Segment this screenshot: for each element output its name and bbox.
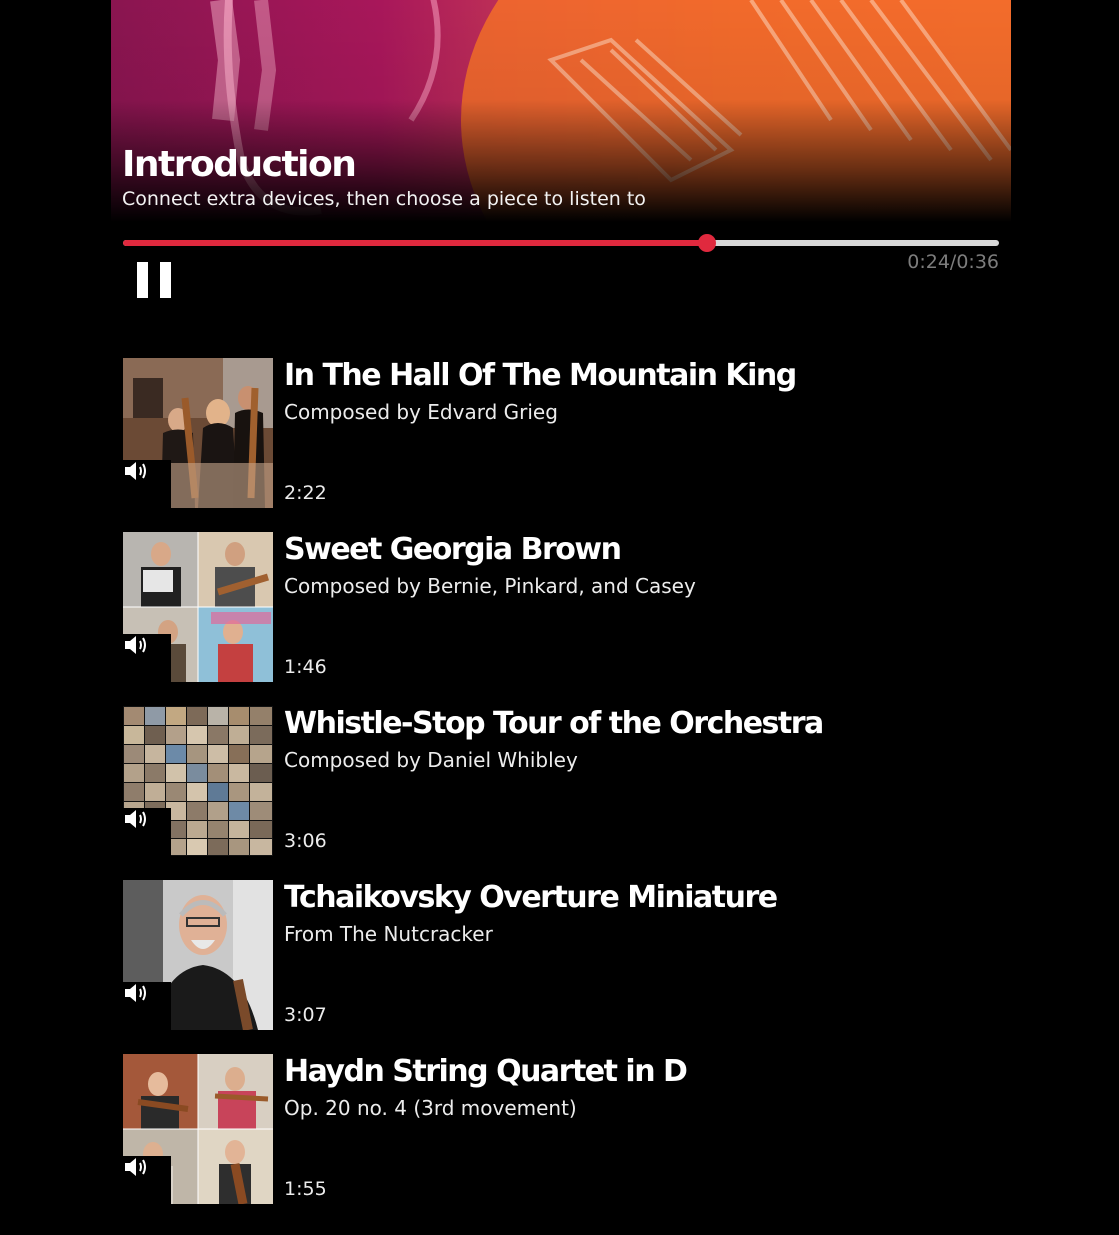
track-item[interactable]: Whistle-Stop Tour of the Orchestra Compo… xyxy=(123,706,999,856)
progress-bar[interactable] xyxy=(123,234,999,252)
track-item[interactable]: Tchaikovsky Overture Miniature From The … xyxy=(123,880,999,1030)
speaker-icon[interactable] xyxy=(123,634,171,682)
hero-banner: Introduction Connect extra devices, then… xyxy=(111,0,1011,222)
track-item[interactable]: Sweet Georgia Brown Composed by Bernie, … xyxy=(123,532,999,682)
track-thumbnail xyxy=(123,358,273,508)
track-duration: 2:22 xyxy=(284,482,327,504)
speaker-icon[interactable] xyxy=(123,460,171,508)
track-thumbnail xyxy=(123,880,273,1030)
track-list: In The Hall Of The Mountain King Compose… xyxy=(123,358,999,1228)
speaker-icon[interactable] xyxy=(123,808,171,856)
track-duration: 3:06 xyxy=(284,830,327,852)
track-thumbnail xyxy=(123,1054,273,1204)
track-composer: Composed by Edvard Grieg xyxy=(284,400,558,424)
speaker-icon[interactable] xyxy=(123,1156,171,1204)
track-title: In The Hall Of The Mountain King xyxy=(284,358,797,393)
track-duration: 1:46 xyxy=(284,656,327,678)
track-title: Sweet Georgia Brown xyxy=(284,532,622,567)
track-title: Whistle-Stop Tour of the Orchestra xyxy=(284,706,824,741)
track-title: Haydn String Quartet in D xyxy=(284,1054,688,1089)
track-item[interactable]: Haydn String Quartet in D Op. 20 no. 4 (… xyxy=(123,1054,999,1204)
pause-icon-bar xyxy=(160,262,171,298)
progress-fill xyxy=(123,240,708,246)
hero-subtitle: Connect extra devices, then choose a pie… xyxy=(122,188,646,210)
track-composer: Composed by Daniel Whibley xyxy=(284,748,578,772)
pause-icon xyxy=(137,262,148,298)
track-duration: 1:55 xyxy=(284,1178,327,1200)
pause-button[interactable] xyxy=(137,262,171,298)
progress-handle[interactable] xyxy=(698,234,717,252)
track-title: Tchaikovsky Overture Miniature xyxy=(284,880,778,915)
speaker-icon[interactable] xyxy=(123,982,171,1030)
track-composer: Composed by Bernie, Pinkard, and Casey xyxy=(284,574,696,598)
track-thumbnail xyxy=(123,706,273,856)
track-composer: Op. 20 no. 4 (3rd movement) xyxy=(284,1096,577,1120)
track-duration: 3:07 xyxy=(284,1004,327,1026)
hero-title: Introduction xyxy=(122,144,357,185)
track-composer: From The Nutcracker xyxy=(284,922,493,946)
track-item[interactable]: In The Hall Of The Mountain King Compose… xyxy=(123,358,999,508)
track-thumbnail xyxy=(123,532,273,682)
player-container: Introduction Connect extra devices, then… xyxy=(111,0,1011,1235)
playback-time: 0:24/0:36 xyxy=(907,251,999,273)
